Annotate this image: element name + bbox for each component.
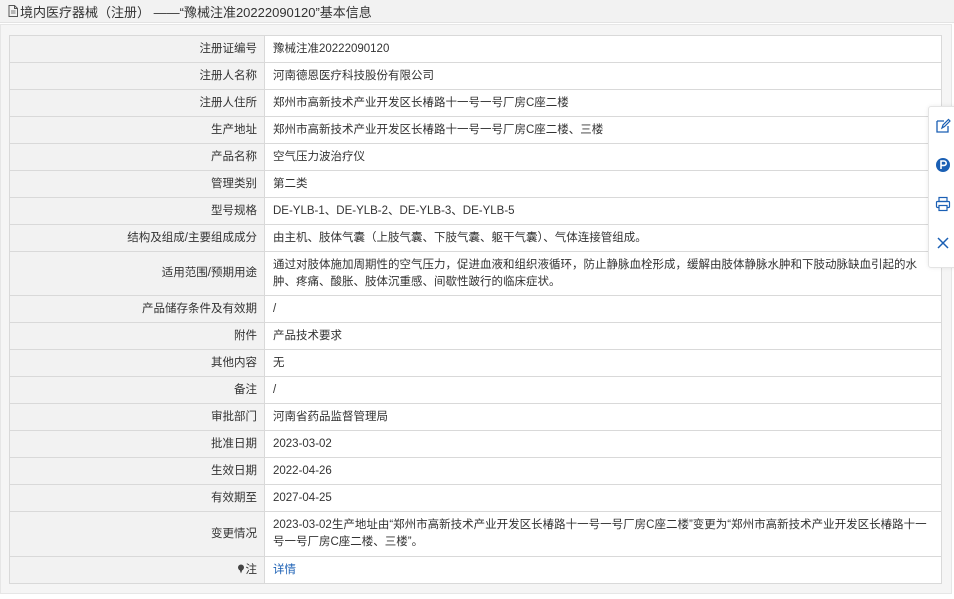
table-row: 审批部门 河南省药品监督管理局 bbox=[9, 403, 942, 431]
table-row: 产品储存条件及有效期 / bbox=[9, 295, 942, 323]
field-value: 由主机、肢体气囊（上肢气囊、下肢气囊、躯干气囊）、气体连接管组成。 bbox=[264, 224, 942, 252]
field-value: 河南德恩医疗科技股份有限公司 bbox=[264, 62, 942, 90]
table-row: 生效日期 2022-04-26 bbox=[9, 457, 942, 485]
details-link[interactable]: 详情 bbox=[273, 564, 296, 576]
field-label: 批准日期 bbox=[9, 430, 265, 458]
document-icon bbox=[8, 5, 18, 17]
parking-icon[interactable] bbox=[935, 157, 951, 173]
field-label: 审批部门 bbox=[9, 403, 265, 431]
field-value: 通过对肢体施加周期性的空气压力，促进血液和组织液循环，防止静脉血栓形成，缓解由肢… bbox=[264, 251, 942, 296]
field-value: 2023-03-02生产地址由“郑州市高新技术产业开发区长椿路十一号一号厂房C座… bbox=[264, 511, 942, 557]
page-title: 境内医疗器械（注册） ——“豫械注准20222090120”基本信息 bbox=[20, 4, 372, 20]
field-label: 注册人名称 bbox=[9, 62, 265, 90]
table-row: 备注 / bbox=[9, 376, 942, 404]
field-label: 其他内容 bbox=[9, 349, 265, 377]
field-value: 无 bbox=[264, 349, 942, 377]
table-row-note: 注 详情 bbox=[9, 556, 942, 584]
content-panel: 注册证编号 豫械注准20222090120 注册人名称 河南德恩医疗科技股份有限… bbox=[0, 24, 952, 594]
edit-icon[interactable] bbox=[935, 118, 951, 134]
table-row: 生产地址 郑州市高新技术产业开发区长椿路十一号一号厂房C座二楼、三楼 bbox=[9, 116, 942, 144]
side-toolbar bbox=[928, 106, 954, 268]
table-row: 批准日期 2023-03-02 bbox=[9, 430, 942, 458]
table-row: 变更情况 2023-03-02生产地址由“郑州市高新技术产业开发区长椿路十一号一… bbox=[9, 511, 942, 557]
table-row: 其他内容 无 bbox=[9, 349, 942, 377]
field-value: 2023-03-02 bbox=[264, 430, 942, 458]
field-value: 产品技术要求 bbox=[264, 322, 942, 350]
pin-icon bbox=[237, 564, 244, 573]
field-label: 注册证编号 bbox=[9, 35, 265, 63]
table-row: 管理类别 第二类 bbox=[9, 170, 942, 198]
field-label: 适用范围/预期用途 bbox=[9, 251, 265, 296]
field-label: 变更情况 bbox=[9, 511, 265, 557]
field-label: 生效日期 bbox=[9, 457, 265, 485]
field-label: 结构及组成/主要组成成分 bbox=[9, 224, 265, 252]
page-header: 境内医疗器械（注册） ——“豫械注准20222090120”基本信息 bbox=[0, 0, 954, 23]
field-label: 备注 bbox=[9, 376, 265, 404]
table-row: 有效期至 2027-04-25 bbox=[9, 484, 942, 512]
table-row: 附件 产品技术要求 bbox=[9, 322, 942, 350]
note-label: 注 bbox=[245, 563, 258, 576]
field-value: 郑州市高新技术产业开发区长椿路十一号一号厂房C座二楼 bbox=[264, 89, 942, 117]
field-value: 河南省药品监督管理局 bbox=[264, 403, 942, 431]
field-label: 产品储存条件及有效期 bbox=[9, 295, 265, 323]
table-row: 注册人名称 河南德恩医疗科技股份有限公司 bbox=[9, 62, 942, 90]
table-row: 适用范围/预期用途 通过对肢体施加周期性的空气压力，促进血液和组织液循环，防止静… bbox=[9, 251, 942, 296]
field-label: 注册人住所 bbox=[9, 89, 265, 117]
field-label: 管理类别 bbox=[9, 170, 265, 198]
field-value: 第二类 bbox=[264, 170, 942, 198]
note-label-cell: 注 bbox=[9, 556, 265, 584]
table-row: 型号规格 DE-YLB-1、DE-YLB-2、DE-YLB-3、DE-YLB-5 bbox=[9, 197, 942, 225]
field-value: 豫械注准20222090120 bbox=[264, 35, 942, 63]
note-value-cell: 详情 bbox=[264, 556, 942, 584]
field-value: / bbox=[264, 295, 942, 323]
field-label: 型号规格 bbox=[9, 197, 265, 225]
field-value: 郑州市高新技术产业开发区长椿路十一号一号厂房C座二楼、三楼 bbox=[264, 116, 942, 144]
field-value: / bbox=[264, 376, 942, 404]
field-label: 产品名称 bbox=[9, 143, 265, 171]
info-table: 注册证编号 豫械注准20222090120 注册人名称 河南德恩医疗科技股份有限… bbox=[9, 35, 942, 584]
field-value: 2027-04-25 bbox=[264, 484, 942, 512]
field-value: 空气压力波治疗仪 bbox=[264, 143, 942, 171]
field-label: 附件 bbox=[9, 322, 265, 350]
table-row: 结构及组成/主要组成成分 由主机、肢体气囊（上肢气囊、下肢气囊、躯干气囊）、气体… bbox=[9, 224, 942, 252]
print-icon[interactable] bbox=[935, 196, 951, 212]
table-row: 注册证编号 豫械注准20222090120 bbox=[9, 35, 942, 63]
close-icon[interactable] bbox=[935, 235, 951, 251]
table-row: 产品名称 空气压力波治疗仪 bbox=[9, 143, 942, 171]
table-row: 注册人住所 郑州市高新技术产业开发区长椿路十一号一号厂房C座二楼 bbox=[9, 89, 942, 117]
field-label: 有效期至 bbox=[9, 484, 265, 512]
field-label: 生产地址 bbox=[9, 116, 265, 144]
field-value: 2022-04-26 bbox=[264, 457, 942, 485]
field-value: DE-YLB-1、DE-YLB-2、DE-YLB-3、DE-YLB-5 bbox=[264, 197, 942, 225]
